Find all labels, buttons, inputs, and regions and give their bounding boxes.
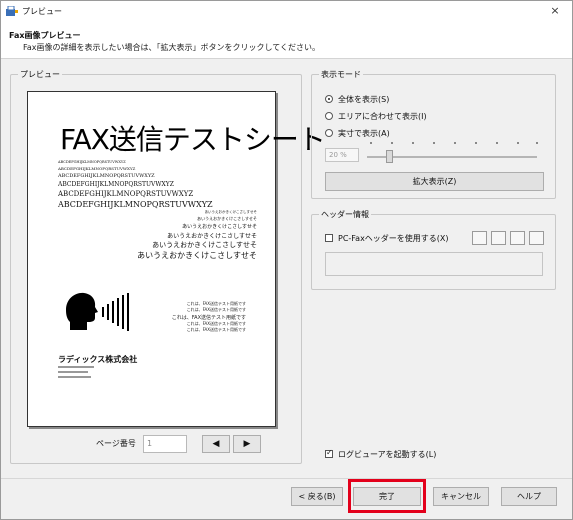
log-viewer-label: ログビューアを起動する(L): [338, 450, 437, 459]
fax-page-preview: FAX送信テストシート ABCDEFGHIJKLMNOPQRSTUVWXYZ A…: [27, 91, 326, 427]
slider-tick: [391, 142, 393, 144]
radio-button[interactable]: [325, 112, 333, 120]
header-text-field[interactable]: [325, 252, 543, 276]
alpha-line: ABCDEFGHIJKLMNOPQRSTUVWXYZ: [58, 181, 174, 188]
radio-fit-whole[interactable]: 全体を表示(S): [325, 94, 389, 106]
next-page-button[interactable]: ▶: [233, 435, 261, 453]
radio-button[interactable]: [325, 129, 333, 137]
message-line: これは、FAX送信テスト用紙です: [171, 315, 246, 321]
alpha-line: ABCDEFGHIJKLMNOPQRSTUVWXYZ: [58, 166, 136, 171]
alpha-line: ABCDEFGHIJKLMNOPQRSTUVWXYZ: [58, 200, 213, 209]
address-line-placeholder: [58, 376, 91, 378]
fax-app-icon: [6, 6, 18, 16]
kana-line: あいうえおかきくけこさしすせそ: [137, 251, 257, 260]
address-line-placeholder: [58, 366, 94, 368]
back-button[interactable]: < 戻る(B): [291, 487, 343, 506]
previous-page-button[interactable]: ◀: [202, 435, 230, 453]
footer-separator: [1, 478, 572, 479]
kana-line: あいうえおかきくけこさしすせそ: [152, 241, 257, 249]
slider-tick: [454, 142, 456, 144]
header-right-align-icon[interactable]: [529, 231, 544, 245]
kana-line: あいうえおかきくけこさしすせそ: [197, 216, 257, 221]
header-center-align-icon[interactable]: [491, 231, 506, 245]
page-number-input[interactable]: 1: [143, 435, 187, 453]
slider-tick: [536, 142, 538, 144]
log-viewer-checkbox-row[interactable]: ログビューアを起動する(L): [325, 448, 437, 460]
header-left-align-icon[interactable]: [472, 231, 487, 245]
alpha-line: ABCDEFGHIJKLMNOPQRSTUVWXYZ: [58, 173, 155, 179]
header-title: Fax画像プレビュー: [9, 31, 81, 40]
slider-tick: [370, 142, 372, 144]
zoom-view-button[interactable]: 拡大表示(Z): [325, 172, 544, 191]
display-mode-group-label: 表示モード: [319, 69, 363, 80]
radio-actual-size[interactable]: 実寸で表示(A): [325, 128, 390, 140]
checkbox[interactable]: [325, 448, 333, 458]
page-number-label: ページ番号: [96, 439, 136, 448]
wizard-header: Fax画像プレビュー Fax画像の詳細を表示したい場合は、「拡大表示」ボタンをク…: [1, 21, 572, 59]
finish-highlight-box: [348, 479, 426, 513]
kana-line: あいうえおかきくけこさしすせそ: [182, 224, 257, 230]
slider-tick: [433, 142, 435, 144]
company-name: ラディックス株式会社: [58, 355, 138, 364]
radio-fit-whole-label: 全体を表示(S): [338, 95, 390, 104]
speaking-head-icon: [66, 292, 129, 331]
use-pcfax-header-checkbox-row[interactable]: PC-Faxヘッダーを使用する(X): [325, 233, 449, 244]
slider-tick: [496, 142, 498, 144]
help-button[interactable]: ヘルプ: [501, 487, 557, 506]
header-description: Fax画像の詳細を表示したい場合は、「拡大表示」ボタンをクリックしてください。: [23, 43, 321, 52]
slider-tick: [412, 142, 414, 144]
header-info-group-label: ヘッダー情報: [319, 209, 371, 220]
radio-fit-area-label: エリアに合わせて表示(I): [338, 112, 427, 121]
use-pcfax-header-label: PC-Faxヘッダーを使用する(X): [338, 234, 449, 243]
cancel-button[interactable]: キャンセル: [433, 487, 489, 506]
radio-actual-size-label: 実寸で表示(A): [338, 129, 390, 138]
zoom-percent-field: 20 %: [325, 148, 359, 162]
slider-tick: [517, 142, 519, 144]
title-bar: プレビュー ×: [1, 1, 572, 21]
preview-window: プレビュー × Fax画像プレビュー Fax画像の詳細を表示したい場合は、「拡大…: [0, 0, 573, 520]
alpha-line: ABCDEFGHIJKLMNOPQRSTUVWXYZ: [58, 190, 194, 198]
radio-fit-area[interactable]: エリアに合わせて表示(I): [325, 111, 427, 123]
alpha-line: ABCDEFGHIJKLMNOPQRSTUVWXYZ: [58, 160, 126, 164]
message-line: これは、FAX送信テスト用紙です: [186, 307, 246, 312]
kana-line: あいうえおかきくけこさしすせそ: [167, 233, 257, 240]
window-title: プレビュー: [22, 7, 62, 16]
slider-tick: [475, 142, 477, 144]
kana-line: あいうえおかきくけこさしすせそ: [204, 210, 257, 214]
address-line-placeholder: [58, 371, 88, 373]
header-fill-icon[interactable]: [510, 231, 525, 245]
close-button[interactable]: ×: [548, 4, 562, 17]
message-line: これは、FAX送信テスト用紙です: [186, 327, 246, 332]
preview-group-label: プレビュー: [18, 69, 62, 80]
fax-document-title: FAX送信テストシート: [60, 123, 326, 156]
checkbox[interactable]: [325, 234, 333, 242]
zoom-slider-thumb[interactable]: [386, 150, 393, 163]
radio-button[interactable]: [325, 95, 333, 103]
